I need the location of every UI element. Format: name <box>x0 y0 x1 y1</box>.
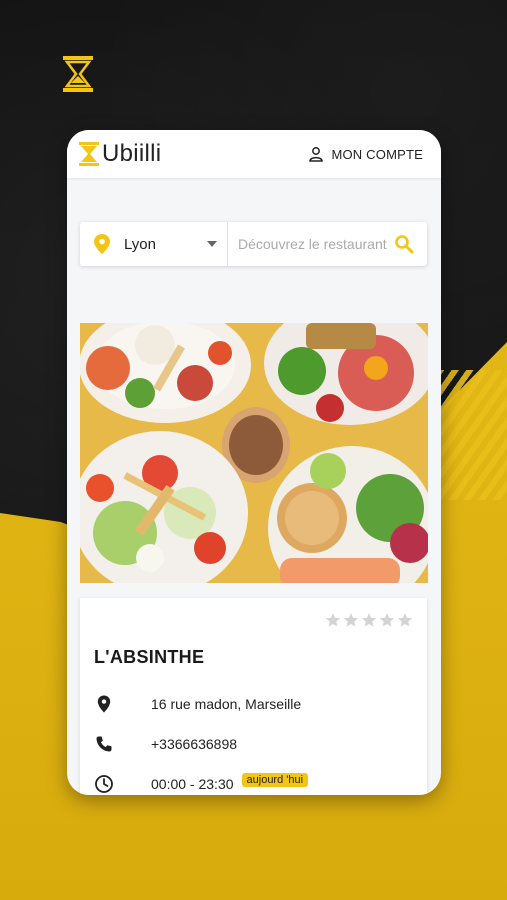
chevron-down-icon <box>207 241 217 247</box>
phone-screen: Ubiilli MON COMPTE Lyon Découvrez le res… <box>67 130 441 795</box>
account-button[interactable]: MON COMPTE <box>308 146 423 162</box>
star-icon[interactable] <box>361 612 377 628</box>
city-select[interactable]: Lyon <box>80 222 228 266</box>
search-input[interactable] <box>228 222 394 266</box>
clock-icon <box>95 775 113 793</box>
restaurant-card[interactable]: L'ABSINTHE 16 rue madon, Marseille +3366… <box>80 598 427 795</box>
restaurant-address: 16 rue madon, Marseille <box>151 696 302 712</box>
hourglass-icon <box>79 142 99 166</box>
brand-name: Ubiilli <box>102 140 162 167</box>
hourglass-logo-icon <box>63 56 93 92</box>
hours-row: 00:00 - 23:30 aujourd 'hui <box>94 773 414 794</box>
star-icon[interactable] <box>325 612 341 628</box>
address-row: 16 rue madon, Marseille <box>94 694 414 714</box>
brand-logo[interactable]: Ubiilli <box>79 140 161 168</box>
restaurant-phone[interactable]: +3366636898 <box>151 736 237 752</box>
account-label: MON COMPTE <box>331 146 423 162</box>
rating-stars[interactable] <box>325 612 413 628</box>
star-icon[interactable] <box>397 612 413 628</box>
city-value: Lyon <box>124 235 156 253</box>
today-badge: aujourd 'hui <box>241 773 309 787</box>
restaurant-hours: 00:00 - 23:30 <box>151 776 234 792</box>
phone-icon <box>96 736 112 752</box>
location-pin-icon <box>94 234 110 254</box>
search-bar: Lyon <box>80 222 427 266</box>
star-icon[interactable] <box>343 612 359 628</box>
app-header: Ubiilli MON COMPTE <box>67 130 441 178</box>
restaurant-food-photo <box>80 323 428 583</box>
phone-row[interactable]: +3366636898 <box>94 734 414 754</box>
star-icon[interactable] <box>379 612 395 628</box>
location-pin-icon <box>97 695 111 713</box>
search-icon[interactable] <box>394 234 414 254</box>
background-brush-streaks <box>437 370 507 500</box>
restaurant-name[interactable]: L'ABSINTHE <box>94 647 204 668</box>
user-icon <box>309 147 324 162</box>
